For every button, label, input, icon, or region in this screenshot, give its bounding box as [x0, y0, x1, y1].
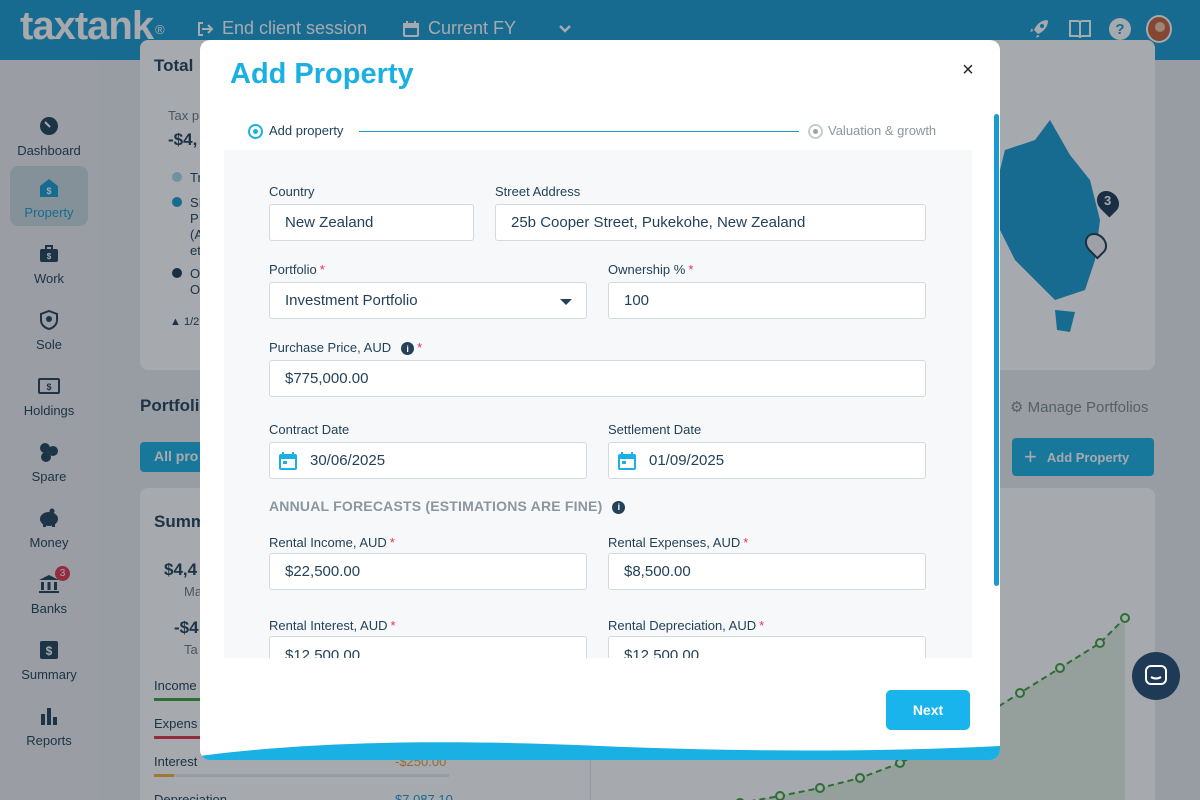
country-label: Country — [269, 184, 315, 199]
add-property-modal: Add Property × Add property Valuation & … — [200, 40, 1000, 760]
annual-forecasts-heading: ANNUAL FORECASTS (ESTIMATIONS ARE FINE) i — [269, 498, 626, 514]
modal-wave-decoration — [200, 742, 1000, 760]
portfolio-label: Portfolio * — [269, 262, 325, 277]
close-icon[interactable]: × — [958, 60, 978, 80]
step-dot-active — [248, 124, 263, 139]
rental-expenses-label: Rental Expenses, AUD * — [608, 535, 749, 550]
rental-depreciation-field[interactable]: $12,500.00 — [608, 636, 926, 658]
step-connector — [359, 131, 799, 132]
contract-date-label: Contract Date — [269, 422, 350, 437]
ownership-label: Ownership % * — [608, 262, 694, 277]
step-valuation-growth[interactable]: Valuation & growth — [828, 123, 936, 138]
caret-down-icon — [560, 299, 572, 305]
portfolio-select[interactable]: Investment Portfolio — [269, 282, 587, 319]
step-dot-pending — [808, 124, 823, 139]
rental-interest-field[interactable]: $12,500.00 — [269, 636, 587, 658]
portfolio-select-value: Investment Portfolio — [285, 292, 418, 309]
chat-icon — [1145, 665, 1167, 685]
rental-income-label: Rental Income, AUD * — [269, 535, 395, 550]
rental-income-field[interactable]: $22,500.00 — [269, 553, 587, 590]
purchase-price-label: Purchase Price, AUD i * — [269, 340, 423, 356]
purchase-price-field[interactable]: $775,000.00 — [269, 360, 926, 397]
chat-launcher-button[interactable] — [1132, 652, 1180, 700]
contract-date-field[interactable]: 30/06/2025 — [269, 442, 587, 479]
info-icon[interactable]: i — [401, 342, 415, 356]
modal-title: Add Property — [230, 58, 414, 90]
form-scrollbar[interactable] — [994, 114, 999, 586]
contract-date-value: 30/06/2025 — [310, 452, 386, 469]
calendar-icon[interactable] — [617, 451, 637, 471]
settlement-date-value: 01/09/2025 — [649, 452, 725, 469]
rental-expenses-field[interactable]: $8,500.00 — [608, 553, 926, 590]
ownership-field[interactable]: 100 — [608, 282, 926, 319]
rental-depreciation-label: Rental Depreciation, AUD * — [608, 618, 765, 633]
info-icon[interactable]: i — [612, 500, 626, 514]
stepper: Add property Valuation & growth — [248, 122, 948, 142]
next-button[interactable]: Next — [886, 690, 970, 730]
country-field[interactable]: New Zealand — [269, 204, 474, 241]
street-address-label: Street Address — [495, 184, 581, 199]
street-address-field[interactable]: 25b Cooper Street, Pukekohe, New Zealand — [495, 204, 926, 241]
settlement-date-field[interactable]: 01/09/2025 — [608, 442, 926, 479]
property-form: Country New Zealand Street Address 25b C… — [224, 150, 972, 658]
settlement-date-label: Settlement Date — [608, 422, 702, 437]
calendar-icon[interactable] — [278, 451, 298, 471]
rental-interest-label: Rental Interest, AUD * — [269, 618, 396, 633]
step-add-property[interactable]: Add property — [269, 123, 343, 138]
